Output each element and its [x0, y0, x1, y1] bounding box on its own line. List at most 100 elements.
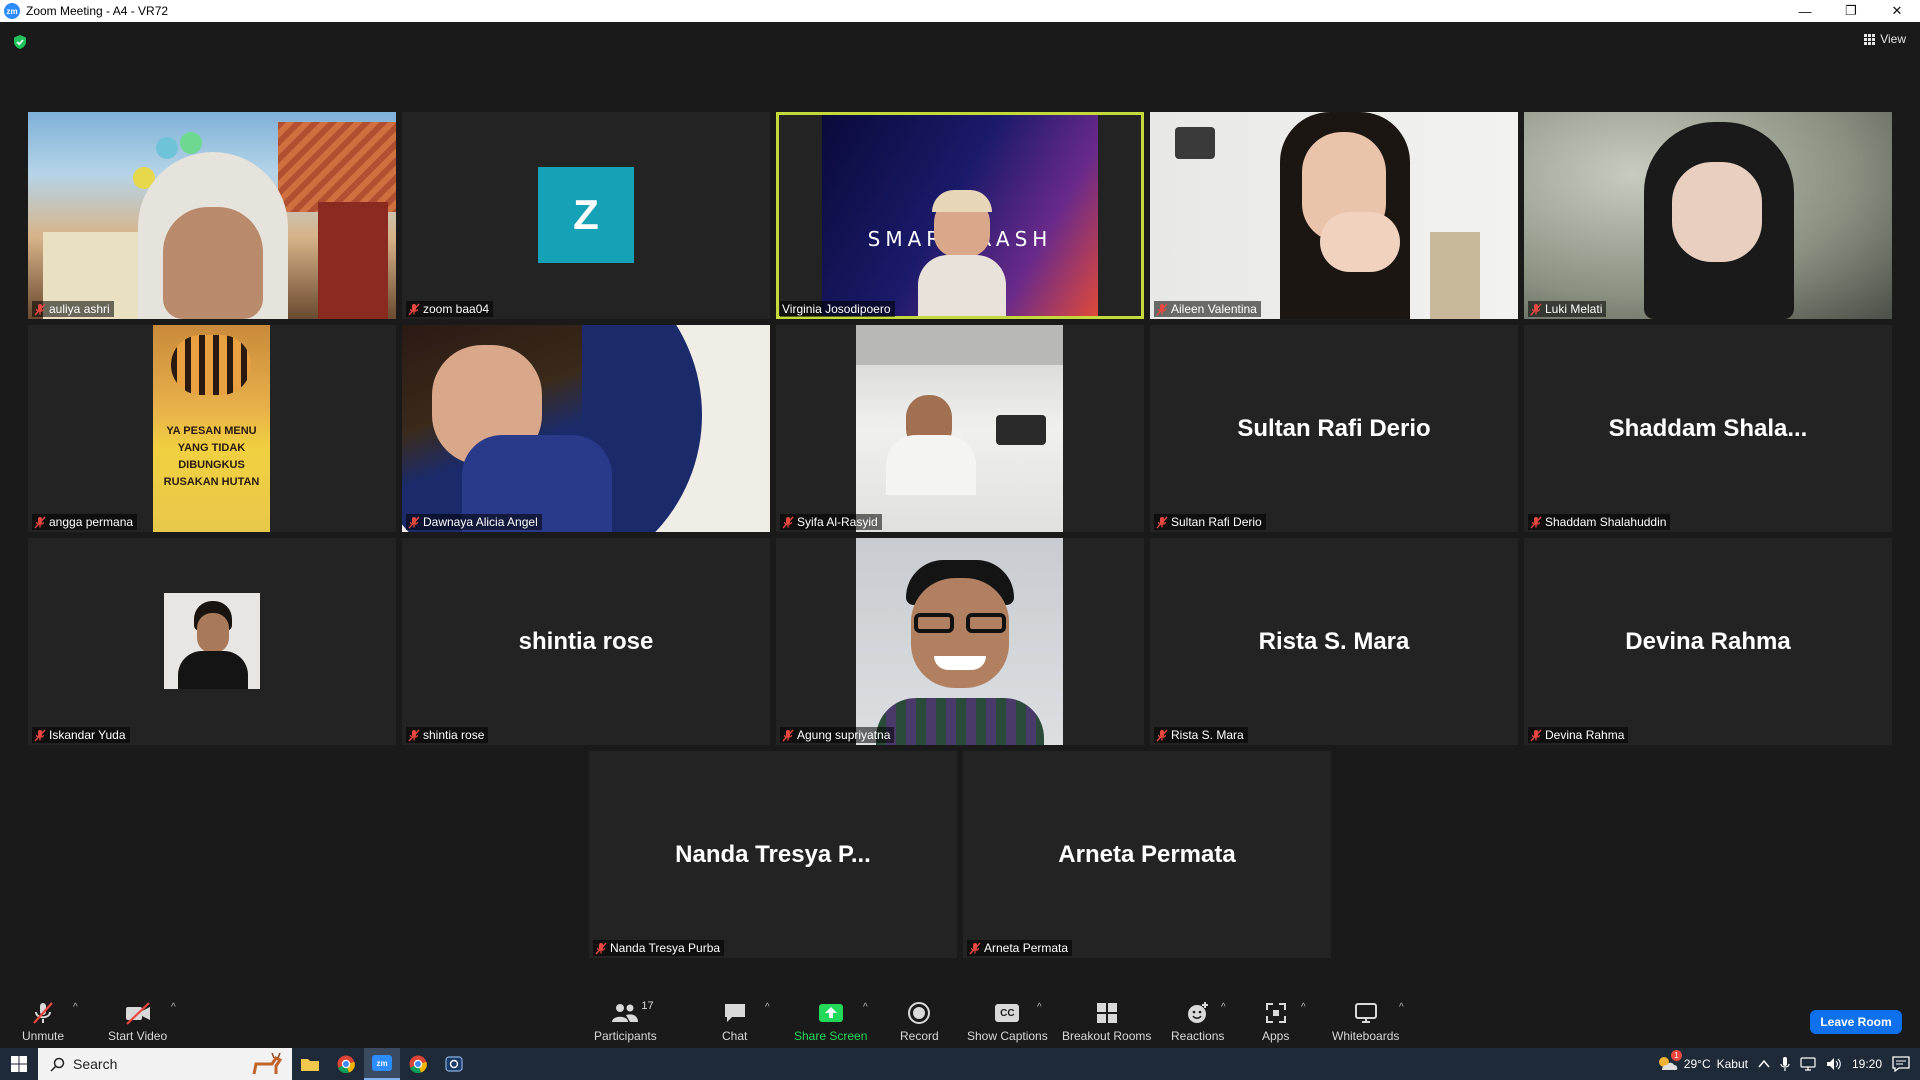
participant-tile[interactable]: Luki Melati	[1524, 112, 1892, 319]
clock-time[interactable]: 19:20	[1852, 1057, 1882, 1071]
restore-button[interactable]: ❐	[1828, 0, 1874, 22]
zoom-taskbar-icon[interactable]: zm	[364, 1048, 400, 1080]
participant-display-name: Shaddam Shala...	[1608, 414, 1808, 442]
title-bar: zm Zoom Meeting - A4 - VR72 — ❐ ✕	[0, 0, 1920, 22]
whiteboards-options-chevron-icon[interactable]: ^	[1399, 1002, 1404, 1013]
apps-button[interactable]: Apps	[1262, 1000, 1289, 1043]
meeting-toolbar: Unmute ^ Start Video ^ 17 Participants C…	[0, 986, 1920, 1048]
participant-name-label: Arneta Permata	[967, 940, 1073, 956]
unmute-button[interactable]: Unmute	[22, 1000, 64, 1043]
record-button[interactable]: Record	[900, 1000, 939, 1043]
chat-button[interactable]: Chat	[722, 1000, 747, 1043]
grid-view-icon	[1864, 33, 1876, 45]
participant-tile-active-speaker[interactable]: SMARTTRASH Virginia Josodipoero	[776, 112, 1144, 319]
video-feed	[28, 112, 396, 319]
participant-name-label: Devina Rahma	[1528, 727, 1629, 743]
network-icon[interactable]	[1800, 1057, 1816, 1071]
participant-display-name: Devina Rahma	[1625, 627, 1791, 655]
zoom-window: zm Zoom Meeting - A4 - VR72 — ❐ ✕ View a…	[0, 0, 1920, 1080]
mic-muted-icon	[595, 942, 607, 954]
breakout-rooms-button[interactable]: Breakout Rooms	[1062, 1000, 1151, 1043]
participant-display-name: Arneta Permata	[1058, 840, 1236, 868]
participant-tile[interactable]: auliya ashri	[28, 112, 396, 319]
participant-tile[interactable]: Aileen Valentina	[1150, 112, 1518, 319]
chat-options-chevron-icon[interactable]: ^	[765, 1002, 770, 1013]
windows-logo-icon	[11, 1056, 27, 1072]
chrome-profile-taskbar-icon[interactable]	[400, 1048, 436, 1080]
close-button[interactable]: ✕	[1874, 0, 1920, 22]
participant-display-name: Rista S. Mara	[1258, 627, 1410, 655]
video-options-chevron-icon[interactable]: ^	[171, 1002, 176, 1013]
file-explorer-taskbar-icon[interactable]	[292, 1048, 328, 1080]
captions-options-chevron-icon[interactable]: ^	[1037, 1002, 1042, 1013]
mic-muted-icon	[1156, 516, 1168, 528]
reactions-icon	[1187, 1002, 1208, 1023]
taskbar-search-box[interactable]: Search	[38, 1048, 292, 1080]
share-options-chevron-icon[interactable]: ^	[863, 1002, 868, 1013]
record-icon	[908, 1002, 931, 1024]
participant-tile[interactable]: Sultan Rafi Derio Sultan Rafi Derio	[1150, 325, 1518, 532]
apps-options-chevron-icon[interactable]: ^	[1301, 1002, 1306, 1013]
participant-tile[interactable]: shintia rose shintia rose	[402, 538, 770, 745]
participant-name-label: auliya ashri	[32, 301, 114, 317]
whiteboards-button[interactable]: Whiteboards	[1332, 1000, 1399, 1043]
camera-off-icon	[125, 1002, 150, 1025]
share-screen-button[interactable]: Share Screen	[794, 1000, 867, 1043]
video-feed	[1150, 112, 1518, 319]
volume-icon[interactable]	[1826, 1057, 1842, 1071]
weather-alert-badge: 1	[1670, 1049, 1682, 1061]
reactions-button[interactable]: Reactions	[1171, 1000, 1224, 1043]
system-tray: 1 29°C Kabut 19:20	[1656, 1048, 1920, 1080]
participant-tile[interactable]: Syifa Al-Rasyid	[776, 325, 1144, 532]
video-feed	[856, 538, 1063, 745]
weather-widget[interactable]: 1 29°C Kabut	[1656, 1049, 1748, 1075]
participant-tile[interactable]: Rista S. Mara Rista S. Mara	[1150, 538, 1518, 745]
mic-muted-icon	[34, 303, 46, 315]
participant-tile[interactable]: Dawnaya Alicia Angel	[402, 325, 770, 532]
windows-start-button[interactable]	[0, 1048, 38, 1080]
participant-name-label: Shaddam Shalahuddin	[1528, 514, 1671, 530]
participant-tile[interactable]: YA PESAN MENU YANG TIDAK DIBUNGKUS RUSAK…	[28, 325, 396, 532]
mic-muted-icon	[34, 729, 46, 741]
window-title: Zoom Meeting - A4 - VR72	[26, 4, 169, 18]
participants-icon	[612, 1004, 639, 1022]
reactions-options-chevron-icon[interactable]: ^	[1221, 1002, 1226, 1013]
avatar: Z	[538, 167, 634, 263]
breakout-rooms-icon	[1096, 1003, 1117, 1023]
view-button[interactable]: View	[1864, 32, 1906, 46]
notifications-icon[interactable]	[1892, 1056, 1910, 1072]
participant-tile[interactable]: Nanda Tresya P... Nanda Tresya Purba	[589, 751, 957, 958]
participant-tile[interactable]: Arneta Permata Arneta Permata	[963, 751, 1331, 958]
video-feed	[856, 325, 1063, 532]
camera-app-taskbar-icon[interactable]	[436, 1048, 472, 1080]
participants-button[interactable]: 17 Participants	[594, 1000, 657, 1043]
participant-name-label: Virginia Josodipoero	[780, 301, 895, 317]
participant-tile[interactable]: Iskandar Yuda	[28, 538, 396, 745]
mic-muted-icon	[782, 729, 794, 741]
minimize-button[interactable]: —	[1782, 0, 1828, 22]
captions-icon: CC	[995, 1004, 1020, 1022]
mic-muted-icon	[34, 516, 46, 528]
participant-tile[interactable]: Shaddam Shala... Shaddam Shalahuddin	[1524, 325, 1892, 532]
mic-muted-icon	[408, 729, 420, 741]
participant-tile[interactable]: Devina Rahma Devina Rahma	[1524, 538, 1892, 745]
video-feed: SMARTTRASH	[822, 115, 1098, 316]
microphone-icon[interactable]	[1780, 1056, 1790, 1072]
mic-muted-icon	[1530, 729, 1542, 741]
participant-name-label: zoom baa04	[406, 301, 494, 317]
participant-name-label: Dawnaya Alicia Angel	[406, 514, 542, 530]
mic-muted-icon	[1530, 516, 1542, 528]
chevron-up-icon[interactable]	[1758, 1059, 1770, 1069]
audio-options-chevron-icon[interactable]: ^	[73, 1002, 78, 1013]
participant-tile[interactable]: Agung supriyatna	[776, 538, 1144, 745]
participant-tile[interactable]: Z zoom baa04	[402, 112, 770, 319]
leave-room-button[interactable]: Leave Room	[1810, 1010, 1902, 1034]
weather-icon: 1	[1656, 1049, 1682, 1075]
participant-name-label: Aileen Valentina	[1154, 301, 1261, 317]
show-captions-button[interactable]: CC Show Captions	[967, 1000, 1048, 1043]
mic-muted-icon	[1156, 729, 1168, 741]
security-shield-icon[interactable]	[12, 34, 28, 50]
start-video-button[interactable]: Start Video	[108, 1000, 167, 1043]
chrome-taskbar-icon[interactable]	[328, 1048, 364, 1080]
mic-muted-icon	[408, 303, 420, 315]
